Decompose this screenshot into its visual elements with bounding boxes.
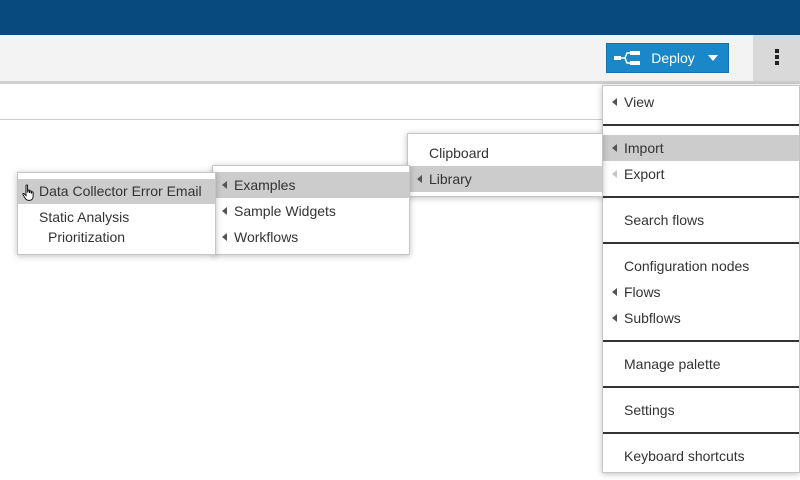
menu-divider [603,196,799,198]
menu-item-subflows[interactable]: Subflows [603,305,799,331]
top-header-bar [0,0,800,35]
menu-item-workflows[interactable]: Workflows [213,224,409,250]
submenu-arrow-icon [612,144,617,152]
menu-item-data-collector-error-email[interactable]: Data Collector Error Email [18,179,215,204]
menu-divider [603,340,799,342]
menu-item-label: Sample Widgets [234,203,336,219]
menu-item-label: Settings [624,402,675,418]
menu-item-settings[interactable]: Settings [603,397,799,423]
menu-item-configuration-nodes[interactable]: Configuration nodes [603,253,799,279]
menu-item-label: Manage palette [624,356,721,372]
menu-item-label: Data Collector Error Email [39,183,202,199]
submenu-arrow-icon [417,175,422,183]
menu-item-label: Static Analysis [39,209,130,225]
menu-item-keyboard-shortcuts[interactable]: Keyboard shortcuts [603,443,799,469]
examples-submenu: Data Collector Error Email Static Analys… [17,172,216,255]
menu-item-label: Configuration nodes [624,258,750,274]
main-menu-button[interactable] [753,35,800,81]
menu-divider [603,386,799,388]
deploy-flow-icon [607,44,647,72]
menu-divider [603,432,799,434]
menu-item-prioritization[interactable]: Prioritization [18,225,215,249]
chevron-down-icon[interactable] [699,44,727,72]
submenu-arrow-icon [612,170,617,178]
menu-item-label: Flows [624,284,661,300]
menu-item-view[interactable]: View [603,89,799,115]
menu-item-manage-palette[interactable]: Manage palette [603,351,799,377]
menu-item-static-analysis[interactable]: Static Analysis [18,205,215,225]
submenu-arrow-icon [222,207,227,215]
menu-item-label: Prioritization [48,229,126,245]
menu-item-label: Search flows [624,212,705,228]
menu-item-search-flows[interactable]: Search flows [603,207,799,233]
menu-item-label: Workflows [234,229,299,245]
more-vertical-icon [774,48,779,68]
menu-item-clipboard[interactable]: Clipboard [408,140,602,166]
menu-divider [603,242,799,244]
submenu-arrow-icon [612,288,617,296]
menu-item-label: Export [624,166,665,182]
menu-item-label: Import [624,140,664,156]
submenu-arrow-icon [612,98,617,106]
menu-item-label: View [624,94,655,110]
library-submenu: Examples Sample Widgets Workflows [212,165,410,255]
menu-item-sample-widgets[interactable]: Sample Widgets [213,198,409,224]
menu-item-flows[interactable]: Flows [603,279,799,305]
menu-item-label: Keyboard shortcuts [624,448,745,464]
deploy-button[interactable]: Deploy [606,43,729,73]
menu-item-import[interactable]: Import [603,135,799,161]
submenu-arrow-icon [222,181,227,189]
toolbar: Deploy [0,35,800,84]
menu-divider [603,124,799,126]
main-menu: View Import Export Search flows Configur… [602,85,800,473]
menu-item-library[interactable]: Library [408,166,602,192]
deploy-label: Deploy [651,50,695,66]
menu-item-export[interactable]: Export [603,161,799,187]
menu-item-label: Examples [234,177,296,193]
menu-item-label: Library [429,171,472,187]
menu-item-label: Subflows [624,310,681,326]
import-submenu: Clipboard Library [407,133,603,197]
submenu-arrow-icon [222,233,227,241]
submenu-arrow-icon [612,314,617,322]
menu-item-label: Clipboard [429,145,489,161]
menu-item-examples[interactable]: Examples [213,172,409,198]
